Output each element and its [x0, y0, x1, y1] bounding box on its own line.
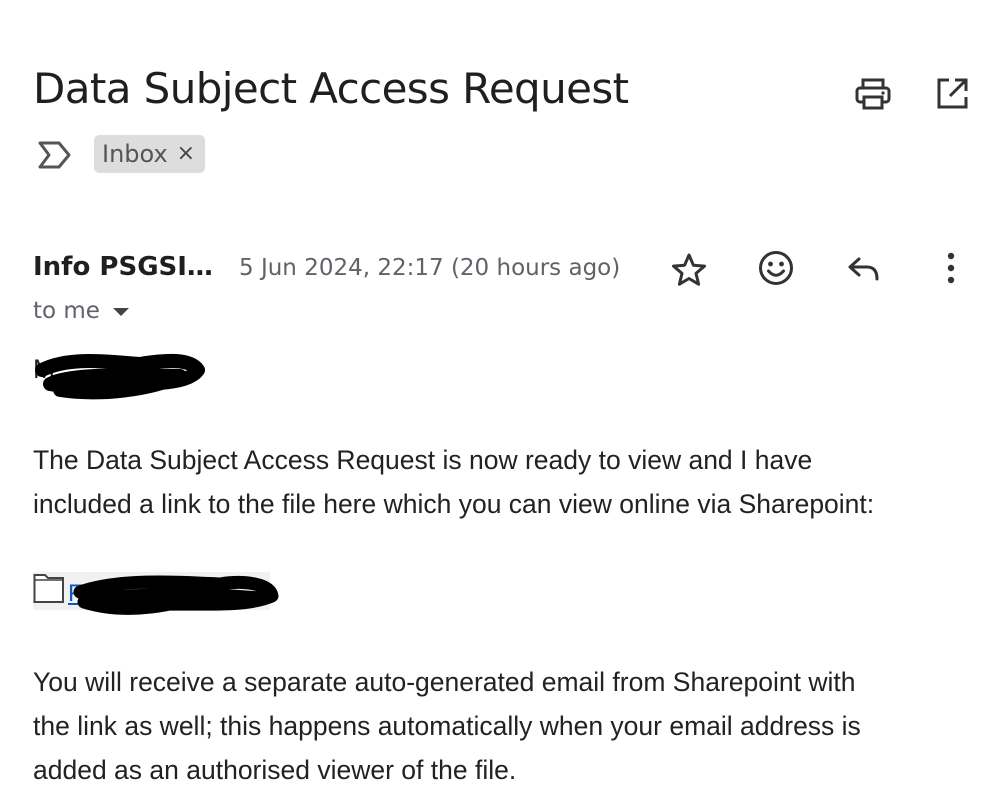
body-line: added as an authorised viewer of the fil…: [33, 755, 517, 785]
print-icon: [855, 78, 891, 110]
caret-down-icon: [112, 308, 129, 316]
label-chip-text: Inbox: [102, 140, 168, 168]
body-paragraph-2: You will receive a separate auto-generat…: [33, 660, 861, 792]
label-important-marker[interactable]: [36, 138, 74, 172]
body-line: the link as well; this happens automatic…: [33, 711, 861, 741]
star-outline-icon: [672, 253, 706, 286]
body-line: included a link to the file here which y…: [33, 489, 875, 519]
add-reaction-button[interactable]: [753, 245, 799, 291]
label-important-icon: [38, 141, 71, 169]
reply-icon: [848, 257, 879, 281]
redaction-scribble-greeting: [35, 353, 205, 400]
label-chip-inbox: Inbox ×: [94, 135, 206, 173]
body-line: The Data Subject Access Request is now r…: [33, 445, 813, 475]
email-subject: Data Subject Access Request: [33, 64, 629, 113]
body-line: You will receive a separate auto-generat…: [33, 667, 856, 697]
recipient-details-toggle[interactable]: to me: [33, 298, 130, 324]
open-in-new-window-button[interactable]: [930, 72, 974, 116]
recipient-text: to me: [33, 298, 100, 324]
star-button[interactable]: [666, 247, 712, 293]
sender-name[interactable]: Info PSGSI…: [33, 252, 213, 282]
message-date: 5 Jun 2024, 22:17 (20 hours ago): [239, 255, 621, 281]
redaction-scribble-link: [73, 575, 279, 615]
more-vertical-icon: [947, 252, 955, 284]
more-options-button[interactable]: [928, 245, 974, 291]
body-paragraph-1: The Data Subject Access Request is now r…: [33, 438, 874, 526]
open-in-new-window-icon: [937, 78, 968, 109]
remove-label-button[interactable]: ×: [177, 143, 195, 165]
reply-button[interactable]: [841, 246, 887, 292]
folder-icon: [33, 574, 64, 603]
emoji-reaction-icon: [759, 251, 793, 285]
print-button[interactable]: [851, 72, 895, 116]
